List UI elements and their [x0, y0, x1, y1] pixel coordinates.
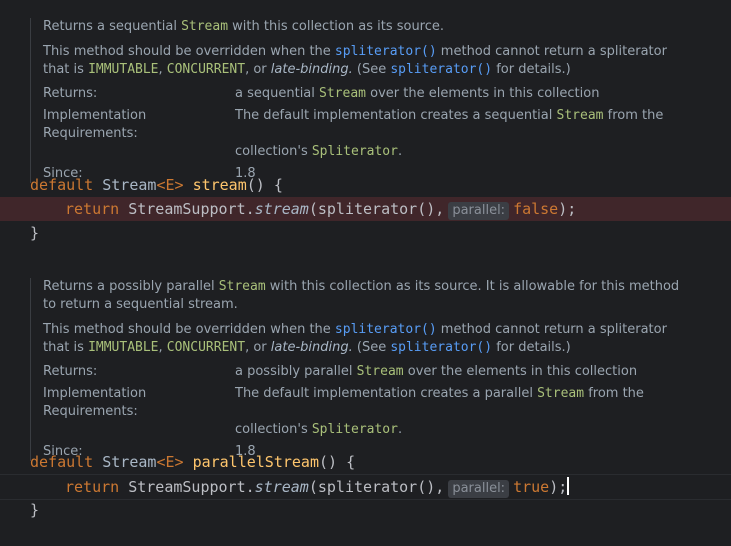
doc-summary: Returns a possibly parallel Stream with … [43, 279, 680, 294]
code-line-close-brace[interactable]: } [0, 498, 731, 522]
doc-override-note-2: that is IMMUTABLE, CONCURRENT, or late-b… [43, 340, 571, 355]
doc-override-note-2: that is IMMUTABLE, CONCURRENT, or late-b… [43, 62, 571, 77]
doc-returns: Returns: a sequential Stream over the ele… [43, 86, 600, 101]
parameter-hint: parallel: [448, 202, 510, 220]
code-line-return-parallel[interactable]: return StreamSupport.stream(spliterator(… [0, 474, 731, 500]
parameter-hint: parallel: [448, 480, 510, 498]
doc-impl-req-2: collection's Spliterator. [235, 144, 403, 159]
doc-override-note: This method should be overridden when th… [43, 44, 667, 59]
spliterator-link[interactable]: spliterator() [335, 44, 437, 59]
spliterator-see-link[interactable]: spliterator() [390, 340, 492, 355]
doc-override-note: This method should be overridden when th… [43, 322, 667, 337]
doc-impl-req: Implementation Requirements: The default … [43, 386, 644, 419]
javadoc-parallel-stream: Returns a possibly parallel Stream with … [30, 278, 731, 461]
text-caret [567, 477, 570, 495]
code-line-return-stream[interactable]: return StreamSupport.stream(spliterator(… [0, 197, 731, 221]
doc-impl-req: Implementation Requirements: The default … [43, 108, 664, 141]
code-line-close-brace[interactable]: } [0, 221, 731, 245]
javadoc-stream: Returns a sequential Stream with this co… [30, 18, 731, 183]
spliterator-link[interactable]: spliterator() [335, 322, 437, 337]
doc-impl-req-2: collection's Spliterator. [235, 422, 403, 437]
doc-summary-2: to return a sequential stream. [43, 297, 238, 312]
doc-returns: Returns: a possibly parallel Stream over … [43, 364, 638, 379]
doc-summary: Returns a sequential Stream with this co… [43, 19, 445, 34]
spliterator-see-link[interactable]: spliterator() [390, 62, 492, 77]
method-signature-parallel-stream[interactable]: default Stream<E> parallelStream() { [0, 450, 731, 474]
method-signature-stream[interactable]: default Stream<E> stream() { [0, 173, 731, 197]
